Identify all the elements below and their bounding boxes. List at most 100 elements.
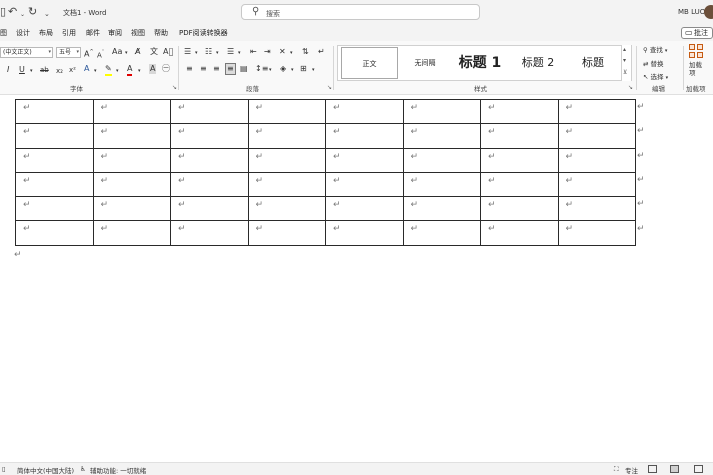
subscript-icon[interactable]: x₂ <box>56 66 63 76</box>
table-cell[interactable]: ↵ <box>92 123 171 149</box>
table-cell[interactable]: ↵ <box>170 196 249 222</box>
table-cell[interactable]: ↵ <box>92 147 171 173</box>
phonetic-guide-icon[interactable]: 文 <box>150 47 158 57</box>
user-name[interactable]: MB LUO <box>678 8 705 16</box>
table-cell[interactable]: ↵ <box>325 147 404 173</box>
chevron-down-icon[interactable]: ▾ <box>116 66 119 76</box>
table-cell[interactable]: ↵ <box>325 220 404 246</box>
table-cell[interactable]: ↵ <box>170 123 249 149</box>
read-mode-icon[interactable] <box>648 465 657 473</box>
chevron-down-icon[interactable]: ▾ <box>94 66 97 76</box>
more-styles-icon[interactable]: ⊻ <box>623 69 627 76</box>
paragraph-dialog-launcher-icon[interactable]: ↘ <box>327 84 332 91</box>
font-dialog-launcher-icon[interactable]: ↘ <box>172 84 177 91</box>
table-cell[interactable]: ↵ <box>247 196 326 222</box>
print-layout-icon[interactable] <box>670 465 679 473</box>
tab-layout[interactable]: 布局 <box>39 28 53 38</box>
borders-icon[interactable]: ⊞ <box>300 64 307 74</box>
replace-button[interactable]: ⇄ 替换 <box>643 58 664 68</box>
scroll-up-icon[interactable]: ▴ <box>623 46 626 53</box>
sort-icon[interactable]: ⇅ <box>302 47 309 57</box>
table-cell[interactable]: ↵ <box>325 98 404 125</box>
multilevel-list-icon[interactable]: ☰ <box>227 47 234 57</box>
chevron-down-icon[interactable]: ▾ <box>238 48 241 58</box>
table-cell[interactable]: ↵ <box>247 147 326 173</box>
table-cell[interactable]: ↵ <box>15 196 94 222</box>
table-cell[interactable]: ↵ <box>170 220 249 246</box>
character-shading-icon[interactable]: A <box>149 64 157 74</box>
focus-button[interactable]: 专注 <box>625 465 638 475</box>
text-effects-icon[interactable]: A <box>84 64 89 74</box>
table-cell[interactable]: ↵ <box>480 147 559 173</box>
table-cell[interactable]: ↵ <box>402 147 481 173</box>
character-border-icon[interactable]: A⃞ <box>163 47 173 57</box>
increase-indent-icon[interactable]: ⇥ <box>264 47 271 57</box>
chevron-down-icon[interactable]: ▾ <box>138 66 141 76</box>
table-cell[interactable]: ↵ <box>92 220 171 246</box>
addins-button[interactable]: 加载项 <box>689 61 703 77</box>
table-cell[interactable]: ↵ <box>247 123 326 149</box>
superscript-icon[interactable]: x² <box>69 65 76 75</box>
language-status[interactable]: 简体中文(中国大陆) <box>17 465 74 475</box>
table-cell[interactable]: ↵ <box>480 196 559 222</box>
tab-view[interactable]: 视图 <box>131 28 145 38</box>
chevron-down-icon[interactable]: ▾ <box>312 65 315 75</box>
search-input[interactable]: ⚲ 搜索 <box>241 4 480 20</box>
line-spacing-icon[interactable]: ↕≡ <box>255 64 268 74</box>
web-layout-icon[interactable] <box>694 465 703 473</box>
table-cell[interactable]: ↵ <box>402 98 481 125</box>
select-button[interactable]: ↖ 选择 ▾ <box>643 71 668 81</box>
font-family-select[interactable]: (中文正文) ▾ <box>0 47 53 58</box>
chevron-down-icon[interactable]: ▾ <box>195 48 198 58</box>
table-cell[interactable]: ↵ <box>92 196 171 222</box>
undo-icon[interactable]: ↶ <box>8 5 17 19</box>
table-cell[interactable]: ↵ <box>557 171 636 198</box>
table-cell[interactable]: ↵ <box>402 171 481 198</box>
style-heading-2[interactable]: 标题 2 <box>510 47 566 79</box>
table-cell[interactable]: ↵ <box>247 98 326 125</box>
style-no-spacing[interactable]: 无间隔 <box>400 47 450 79</box>
table-cell[interactable]: ↵ <box>170 98 249 125</box>
table[interactable]: ↵ ↵ ↵ ↵ ↵ ↵ ↵ ↵ ↵ ↵ ↵ ↵ ↵ ↵ ↵ ↵ ↵ ↵ ↵ ↵ ↵ ↵ ↵ ↵ ↵ ↵ ↵ ↵ ↵ ↵ ↵ ↵ ↵ ↵ ↵ ↵ ↵ ↵ ↵ ↵… <box>15 98 636 246</box>
numbering-icon[interactable]: ☷ <box>205 47 212 57</box>
save-icon[interactable]: ▯ <box>0 5 6 19</box>
tab-review[interactable]: 审阅 <box>108 28 122 38</box>
document-canvas[interactable]: ↵ ↵ ↵ ↵ ↵ ↵ ↵ ↵ ↵ ↵ ↵ ↵ ↵ ↵ ↵ ↵ ↵ ↵ ↵ ↵ ↵ ↵ ↵ ↵ ↵ ↵ ↵ ↵ ↵ ↵ ↵ ↵ ↵ ↵ ↵ ↵ ↵ ↵ ↵ ↵… <box>0 96 713 462</box>
table-cell[interactable]: ↵ <box>402 196 481 222</box>
style-heading-1[interactable]: 标题 1 <box>450 47 510 79</box>
shrink-font-icon[interactable]: Aˇ <box>97 48 104 60</box>
styles-dialog-launcher-icon[interactable]: ↘ <box>628 84 633 91</box>
table-cell[interactable]: ↵ <box>247 220 326 246</box>
table-cell[interactable]: ↵ <box>325 196 404 222</box>
table-cell[interactable]: ↵ <box>480 171 559 198</box>
table-cell[interactable]: ↵ <box>15 98 94 125</box>
shading-icon[interactable]: ◈ <box>280 64 286 74</box>
table-cell[interactable]: ↵ <box>480 123 559 149</box>
accessibility-status[interactable]: 辅助功能: 一切就绪 <box>90 465 146 475</box>
table-cell[interactable]: ↵ <box>15 147 94 173</box>
table-cell[interactable]: ↵ <box>325 123 404 149</box>
find-button[interactable]: ⚲ 查找 ▾ <box>643 44 667 54</box>
style-normal[interactable]: 正文 <box>341 47 398 79</box>
underline-icon[interactable]: U <box>19 65 25 75</box>
style-title[interactable]: 标题 <box>566 47 620 79</box>
table-cell[interactable]: ↵ <box>480 220 559 246</box>
clear-formatting-icon[interactable]: A̸ <box>135 47 140 57</box>
table-cell[interactable]: ↵ <box>15 220 94 246</box>
align-center-icon[interactable]: ≡ <box>200 64 207 74</box>
show-formatting-marks-icon[interactable]: ↵ <box>318 47 325 57</box>
customize-quick-access-icon[interactable]: ⌄ <box>44 7 50 21</box>
bullets-icon[interactable]: ☰ <box>184 47 191 57</box>
scroll-down-icon[interactable]: ▾ <box>623 57 626 64</box>
italic-icon[interactable]: I <box>7 65 9 75</box>
table-cell[interactable]: ↵ <box>170 171 249 198</box>
chinese-layout-icon[interactable]: ✕ <box>279 47 286 57</box>
table-cell[interactable]: ↵ <box>557 98 636 125</box>
align-left-icon[interactable]: ≡ <box>186 64 193 74</box>
chevron-down-icon[interactable]: ▾ <box>216 48 219 58</box>
chevron-down-icon[interactable]: ▾ <box>290 48 293 58</box>
redo-icon[interactable]: ↻ <box>28 5 37 19</box>
undo-dropdown-icon[interactable]: ⌄ <box>20 8 25 22</box>
tab-design[interactable]: 设计 <box>16 28 30 38</box>
tab-pdf-converter[interactable]: PDF阅读转换器 <box>179 28 228 38</box>
